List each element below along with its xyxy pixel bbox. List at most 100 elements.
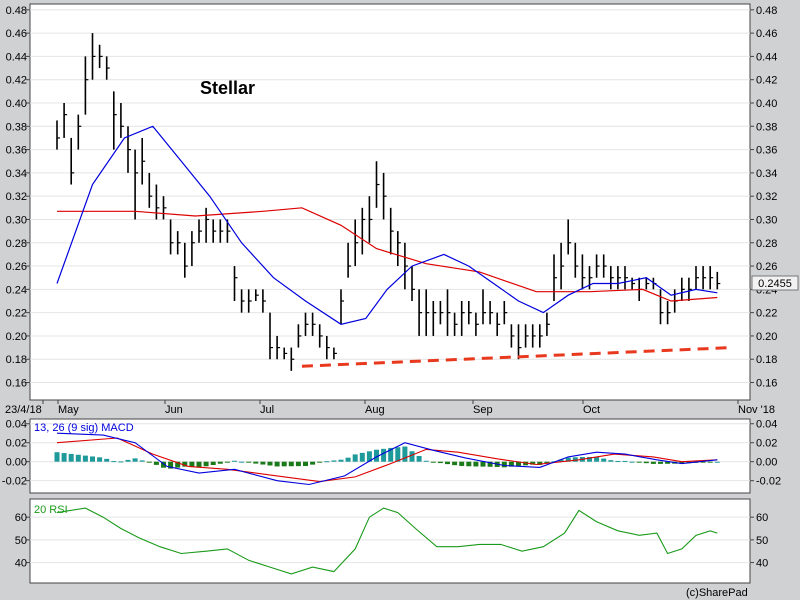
macd-histogram-bar (466, 461, 472, 467)
macd-histogram-bar (303, 461, 308, 467)
macd-histogram-bar (622, 460, 628, 462)
price-y-tick-label: 0.44 (6, 51, 27, 63)
price-y-tick-label: 0.26 (756, 261, 777, 273)
price-y-tick-label: 0.44 (756, 51, 777, 63)
rsi-y-tick-label: 50 (756, 535, 768, 547)
macd-histogram-bar (437, 461, 443, 464)
macd-y-tick-label: -0.02 (2, 476, 27, 488)
price-y-tick-label: 0.24 (6, 284, 27, 296)
macd-histogram-bar (423, 460, 429, 462)
macd-histogram-bar (409, 451, 415, 462)
price-y-tick-label: 0.18 (6, 354, 27, 366)
macd-histogram-bar (615, 460, 621, 462)
macd-histogram-bar (317, 461, 323, 463)
price-y-tick-label: 0.22 (6, 308, 27, 320)
price-y-tick-label: 0.18 (756, 354, 777, 366)
macd-histogram-bar (281, 461, 287, 467)
macd-histogram-bar (338, 459, 344, 462)
credit-label: (c)SharePad (686, 587, 748, 599)
price-y-tick-label: 0.38 (756, 121, 777, 133)
macd-histogram-bar (288, 461, 294, 467)
macd-histogram-bar (352, 454, 358, 462)
rsi-y-tick-label: 60 (756, 512, 768, 524)
macd-histogram-bar (643, 461, 649, 464)
date-label: Jul (260, 404, 274, 416)
date-label: Nov '18 (738, 404, 775, 416)
macd-histogram-bar (459, 461, 465, 466)
price-y-tick-label: 0.20 (6, 331, 27, 343)
rsi-y-tick-label: 40 (15, 558, 27, 570)
price-y-tick-label: 0.38 (6, 121, 27, 133)
macd-histogram-bar (274, 461, 280, 467)
rsi-y-tick-label: 40 (756, 558, 768, 570)
price-y-tick-label: 0.42 (756, 75, 777, 87)
last-price-label: 0.2455 (758, 278, 792, 290)
macd-histogram-bar (232, 460, 237, 462)
price-y-tick-label: 0.34 (756, 168, 777, 180)
price-y-tick-label: 0.42 (6, 75, 27, 87)
macd-histogram-bar (111, 461, 117, 463)
macd-histogram-bar (260, 461, 266, 465)
macd-histogram-bar (54, 452, 60, 462)
date-label: 23/4/18 (5, 404, 42, 416)
macd-histogram-bar (246, 461, 252, 463)
macd-histogram-bar (217, 461, 223, 464)
macd-y-tick-label: 0.02 (6, 438, 27, 450)
macd-histogram-bar (82, 455, 88, 462)
price-y-tick-label: 0.32 (6, 191, 27, 203)
price-y-tick-label: 0.30 (756, 214, 777, 226)
rsi-y-tick-label: 60 (15, 512, 27, 524)
macd-histogram-bar (650, 461, 656, 464)
date-label: Jun (165, 404, 183, 416)
price-y-tick-label: 0.28 (6, 238, 27, 250)
stock-chart: 0.48 0.48 0.46 0.46 0.44 0.44 0.42 0.42 0.40 0.40… (2, 3, 799, 599)
macd-histogram-bar (381, 448, 387, 462)
macd-histogram-bar (501, 461, 507, 468)
macd-histogram-bar (203, 461, 209, 467)
price-y-tick-label: 0.30 (6, 214, 27, 226)
macd-histogram-bar (210, 461, 216, 466)
macd-histogram-bar (707, 461, 713, 463)
macd-histogram-bar (125, 459, 131, 462)
macd-histogram-bar (416, 456, 422, 462)
price-y-tick-label: 0.26 (6, 261, 27, 273)
macd-histogram-bar (331, 460, 337, 462)
date-label: Sep (473, 404, 493, 416)
macd-histogram-bar (97, 457, 103, 462)
price-y-tick-label: 0.40 (6, 98, 27, 110)
macd-title: 13, 26 (9 sig) MACD (34, 422, 134, 434)
macd-histogram-bar (189, 461, 195, 467)
price-y-tick-label: 0.48 (6, 5, 27, 17)
price-panel (29, 3, 751, 401)
macd-histogram-bar (61, 453, 67, 462)
macd-histogram-bar (480, 461, 486, 467)
macd-histogram-bar (445, 461, 450, 465)
date-axis: 23/4/18 May Jun Jul Aug Sep Oct Nov '18 (5, 400, 775, 416)
macd-histogram-bar (104, 458, 110, 462)
macd-y-tick-label: 0.04 (6, 419, 27, 431)
macd-histogram-bar (658, 461, 663, 464)
date-label: May (58, 404, 79, 416)
price-y-tick-label: 0.32 (756, 191, 777, 203)
price-y-tick-label: 0.28 (756, 238, 777, 250)
price-y-tick-label: 0.20 (756, 331, 777, 343)
price-y-tick-label: 0.36 (6, 145, 27, 157)
macd-y-tick-label: 0.02 (756, 438, 777, 450)
price-y-tick-label: 0.16 (6, 378, 27, 390)
macd-histogram-bar (402, 446, 408, 462)
macd-histogram-bar (68, 453, 74, 462)
macd-histogram-bar (473, 461, 479, 467)
macd-histogram-bar (608, 460, 614, 462)
macd-histogram-bar (295, 461, 301, 467)
price-y-tick-label: 0.36 (756, 145, 777, 157)
macd-histogram-bar (75, 454, 81, 462)
price-y-tick-label: 0.34 (6, 168, 27, 180)
price-y-tick-label: 0.40 (756, 98, 777, 110)
macd-histogram-bar (153, 461, 159, 465)
price-y-tick-label: 0.16 (756, 378, 777, 390)
price-y-tick-label: 0.48 (756, 5, 777, 17)
macd-histogram-bar (253, 461, 259, 464)
macd-histogram-bar (132, 458, 138, 462)
macd-histogram-bar (452, 461, 458, 466)
macd-histogram-bar (224, 461, 230, 463)
